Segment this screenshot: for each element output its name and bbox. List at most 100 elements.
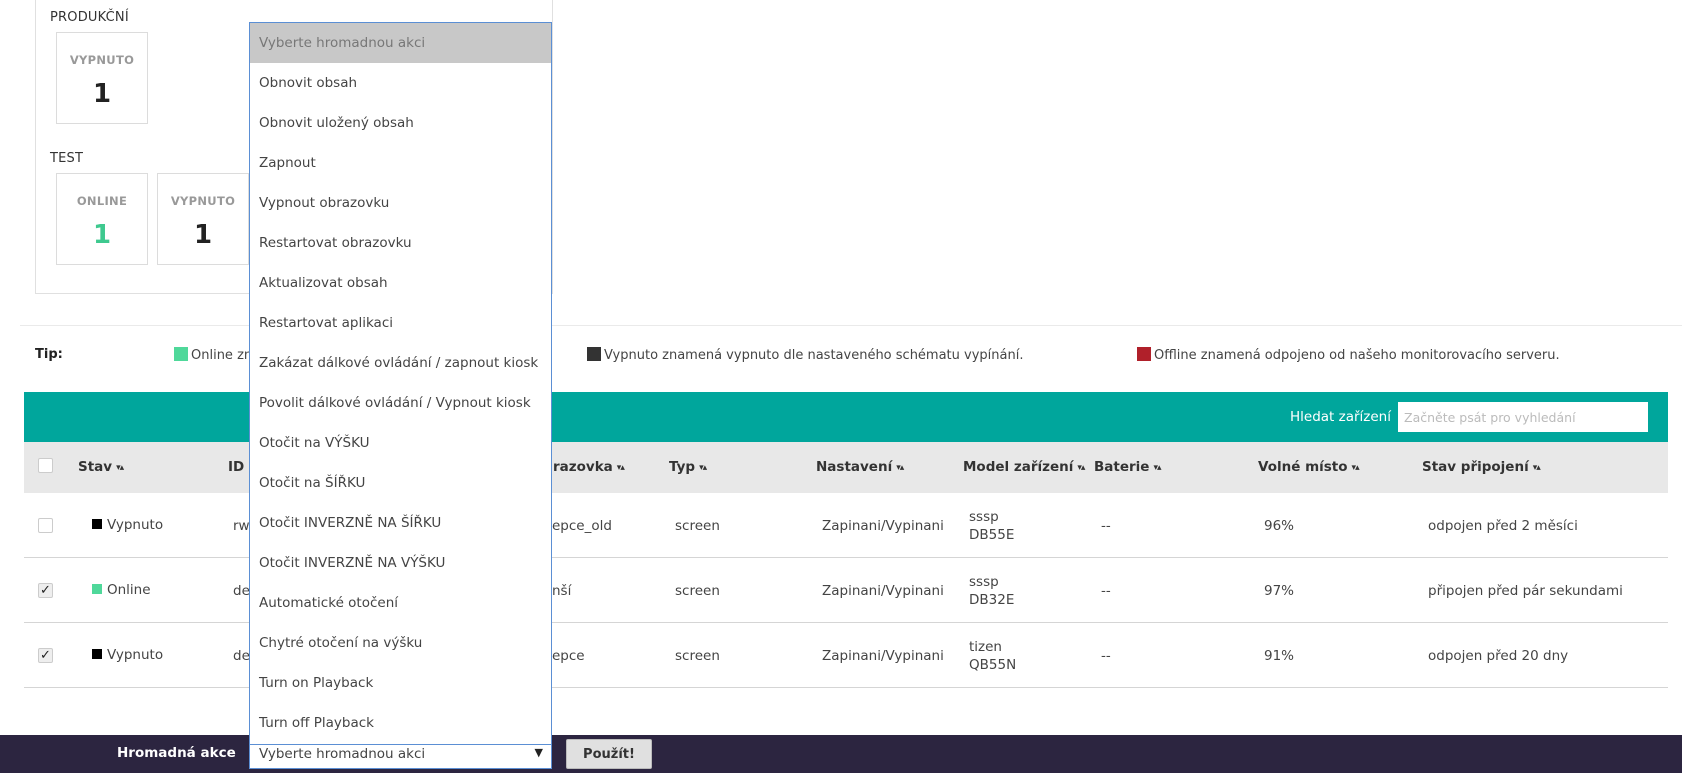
stat-card-test-online[interactable]: ONLINE 1 [56, 173, 148, 265]
sort-icon: ▾▴ [116, 463, 124, 473]
dropdown-option[interactable]: Otočit na ŠÍŘKU [250, 463, 551, 503]
legend-swatch-online [174, 347, 188, 361]
apply-button[interactable]: Použít! [566, 739, 652, 769]
dropdown-option[interactable]: Chytré otočení na výšku [250, 623, 551, 663]
search-input[interactable] [1398, 402, 1648, 432]
stat-card-produkcni-vypnuto[interactable]: VYPNUTO 1 [56, 32, 148, 124]
column-header-label: Stav [78, 459, 113, 475]
stav-pripojeni-cell: odpojen před 20 dny [1428, 648, 1569, 664]
baterie-cell: -- [1101, 648, 1111, 664]
dropdown-option[interactable]: Vypnout obrazovku [250, 183, 551, 223]
model-cell: sssp DB32E [969, 573, 1014, 609]
model-name: tizen [969, 639, 1002, 655]
legend-online: Online zn [174, 347, 252, 363]
column-header-nastaveni[interactable]: Nastavení ▾▴ [816, 459, 904, 475]
status-cell: Online [92, 581, 151, 599]
column-header-volne-misto[interactable]: Volné místo ▾▴ [1258, 459, 1360, 475]
dropdown-option[interactable]: Zakázat dálkové ovládání / zapnout kiosk [250, 343, 551, 383]
column-header-stav[interactable]: Stav ▾▴ [78, 459, 124, 475]
column-header-label: ID [228, 459, 245, 475]
model-code: DB55E [969, 527, 1015, 543]
nastaveni-cell: Zapinani/Vypinani [822, 518, 944, 534]
stat-card-test-vypnuto[interactable]: VYPNUTO 1 [157, 173, 249, 265]
model-name: sssp [969, 574, 999, 590]
legend-swatch-vypnuto [587, 347, 601, 361]
nastaveni-cell: Zapinani/Vypinani [822, 648, 944, 664]
row-checkbox[interactable]: ✓ [38, 583, 53, 598]
column-header-label: Model zařízení [963, 459, 1074, 475]
obrazovka-cell: epce [552, 648, 585, 664]
model-code: DB32E [969, 592, 1015, 608]
dropdown-option[interactable]: Otočit na VÝŠKU [250, 423, 551, 463]
dropdown-arrow-icon: ▼ [534, 746, 543, 759]
status-cell: Vypnuto [92, 646, 163, 664]
status-text: Vypnuto [107, 647, 164, 663]
model-name: sssp [969, 509, 999, 525]
dropdown-option[interactable]: Obnovit uložený obsah [250, 103, 551, 143]
sort-icon: ▾▴ [699, 463, 707, 473]
tip-label: Tip: [35, 347, 63, 362]
dropdown-option[interactable]: Obnovit obsah [250, 63, 551, 103]
stat-label: ONLINE [76, 194, 128, 208]
row-checkbox[interactable]: ✓ [38, 648, 53, 663]
dropdown-option[interactable]: Turn off Playback [250, 703, 551, 743]
obrazovka-cell: epce_old [552, 518, 612, 534]
column-header-model[interactable]: Model zařízení ▾▴ [963, 459, 1085, 475]
legend-swatch-offline [1137, 347, 1151, 361]
stat-value: 1 [92, 79, 112, 109]
status-cell: Vypnuto [92, 516, 163, 534]
bulk-action-selected-value: Vyberte hromadnou akci [259, 746, 426, 762]
status-text: Vypnuto [107, 517, 164, 533]
legend-text: Vypnuto znamená vypnuto dle nastaveného … [604, 348, 1024, 363]
model-cell: sssp DB55E [969, 508, 1014, 544]
sort-icon: ▾▴ [1532, 463, 1541, 473]
dropdown-option[interactable]: Vyberte hromadnou akci [250, 23, 551, 63]
sort-icon: ▾▴ [1153, 463, 1161, 473]
column-header-label: Stav připojení [1422, 459, 1529, 475]
column-header-label: Baterie [1094, 459, 1150, 475]
stat-label: VYPNUTO [170, 194, 236, 208]
status-indicator [92, 649, 102, 659]
stav-pripojeni-cell: připojen před pár sekundami [1428, 583, 1623, 599]
column-header-label: Volné místo [1258, 459, 1348, 475]
volne-misto-cell: 96% [1264, 518, 1295, 534]
stav-pripojeni-cell: odpojen před 2 měsíci [1428, 518, 1578, 534]
column-header-obrazovka[interactable]: razovka ▾▴ [553, 459, 625, 475]
obrazovka-cell: nší [552, 583, 572, 599]
column-header-typ[interactable]: Typ ▾▴ [669, 459, 707, 475]
dropdown-option[interactable]: Zapnout [250, 143, 551, 183]
dropdown-option[interactable]: Otočit INVERZNĚ NA ŠÍŘKU [250, 503, 551, 543]
column-header-label: Typ [669, 459, 696, 475]
model-cell: tizen QB55N [969, 638, 1016, 674]
legend-vypnuto: Vypnuto znamená vypnuto dle nastaveného … [587, 347, 1023, 363]
sort-icon: ▾▴ [1077, 463, 1085, 473]
row-checkbox[interactable] [38, 518, 53, 533]
typ-cell: screen [675, 518, 720, 534]
dropdown-option[interactable]: Otočit INVERZNĚ NA VÝŠKU [250, 543, 551, 583]
column-header-baterie[interactable]: Baterie ▾▴ [1094, 459, 1162, 475]
group-title-test: TEST [50, 151, 84, 166]
select-all-checkbox[interactable] [38, 458, 53, 473]
sort-icon: ▾▴ [896, 463, 904, 473]
stat-label: VYPNUTO [69, 53, 135, 67]
baterie-cell: -- [1101, 583, 1111, 599]
dropdown-option[interactable]: Turn on Playback [250, 663, 551, 703]
column-header-stav-pripojeni[interactable]: Stav připojení ▾▴ [1422, 459, 1541, 475]
volne-misto-cell: 91% [1264, 648, 1295, 664]
column-header-id[interactable]: ID [228, 459, 244, 475]
stat-value: 1 [193, 220, 213, 250]
group-title-produkcni: PRODUKČNÍ [50, 10, 129, 25]
column-header-label: razovka [553, 459, 613, 475]
stat-value: 1 [92, 220, 112, 250]
nastaveni-cell: Zapinani/Vypinani [822, 583, 944, 599]
bulk-action-label: Hromadná akce [117, 745, 236, 761]
dropdown-option[interactable]: Povolit dálkové ovládání / Vypnout kiosk [250, 383, 551, 423]
legend-text: Offline znamená odpojeno od našeho monit… [1154, 348, 1560, 363]
dropdown-option[interactable]: Restartovat obrazovku [250, 223, 551, 263]
typ-cell: screen [675, 648, 720, 664]
dropdown-option[interactable]: Automatické otočení [250, 583, 551, 623]
bulk-action-dropdown-list: Vyberte hromadnou akci Obnovit obsah Obn… [249, 22, 552, 745]
dropdown-option[interactable]: Restartovat aplikaci [250, 303, 551, 343]
legend-text: Online zn [191, 348, 253, 363]
dropdown-option[interactable]: Aktualizovat obsah [250, 263, 551, 303]
